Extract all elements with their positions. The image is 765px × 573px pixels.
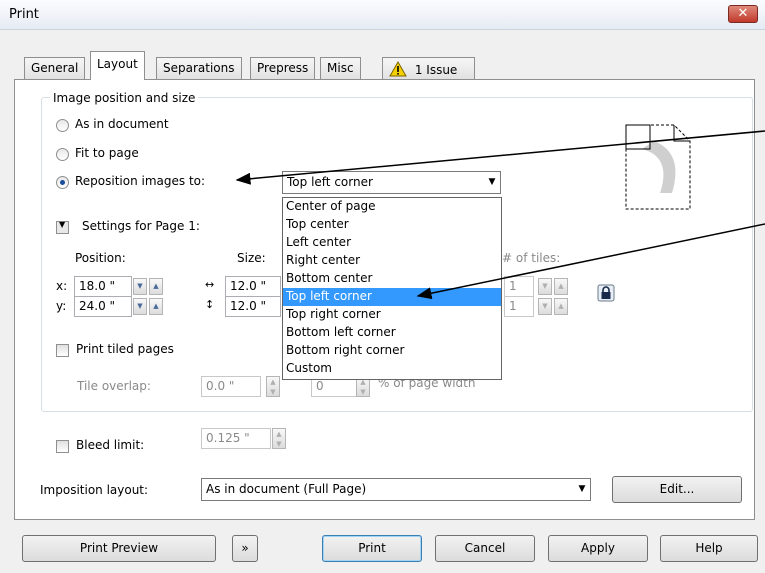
- expand-preview-button[interactable]: »: [232, 535, 258, 562]
- y-position-field[interactable]: 24.0 ": [74, 296, 132, 317]
- warning-icon: [389, 60, 407, 80]
- double-chevron-right-icon: »: [241, 541, 249, 555]
- x-position-field[interactable]: 18.0 ": [74, 276, 132, 297]
- window-title: Print: [9, 7, 39, 22]
- reposition-select[interactable]: Top left corner ▼: [282, 171, 501, 194]
- dropdown-option[interactable]: Bottom center: [283, 270, 501, 288]
- dropdown-option[interactable]: Center of page: [283, 198, 501, 216]
- radio-reposition[interactable]: [56, 176, 69, 189]
- width-field[interactable]: 12.0 ": [225, 276, 281, 297]
- y-increment-button[interactable]: ▲: [149, 298, 163, 315]
- dropdown-option[interactable]: Left center: [283, 234, 501, 252]
- close-button[interactable]: ✕: [728, 5, 758, 23]
- x-decrement-button[interactable]: ▼: [133, 278, 147, 295]
- x-label: x:: [56, 279, 68, 293]
- radio-fit-to-page[interactable]: [56, 148, 69, 161]
- tile-overlap-field[interactable]: 0.0 ": [201, 376, 261, 397]
- tiles-x-field[interactable]: 1: [504, 276, 534, 297]
- tiles-x-increment-button[interactable]: ▲: [554, 278, 568, 295]
- print-tiled-label: Print tiled pages: [76, 342, 174, 356]
- y-label: y:: [56, 299, 67, 313]
- x-increment-button[interactable]: ▲: [149, 278, 163, 295]
- settings-label: Settings for Page 1:: [82, 219, 200, 233]
- bleed-limit-label: Bleed limit:: [76, 438, 145, 452]
- tiles-y-decrement-button[interactable]: ▼: [538, 298, 552, 315]
- tab-layout[interactable]: Layout: [90, 51, 145, 80]
- group-label: Image position and size: [50, 91, 199, 105]
- y-decrement-button[interactable]: ▼: [133, 298, 147, 315]
- height-field[interactable]: 12.0 ": [225, 296, 281, 317]
- chevron-down-icon: ▼: [578, 484, 586, 494]
- title-bar: [0, 0, 765, 30]
- cancel-button[interactable]: Cancel: [435, 535, 535, 562]
- lock-icon[interactable]: [597, 284, 615, 302]
- tab-misc[interactable]: Misc: [320, 57, 361, 79]
- print-button[interactable]: Print: [322, 535, 422, 562]
- imposition-select[interactable]: As in document (Full Page) ▼: [201, 478, 591, 501]
- tile-overlap-label: Tile overlap:: [77, 379, 151, 393]
- radio-as-in-document[interactable]: [56, 119, 69, 132]
- dropdown-option[interactable]: Right center: [283, 252, 501, 270]
- settings-expand-toggle[interactable]: ▼: [56, 220, 69, 234]
- help-button[interactable]: Help: [660, 535, 758, 562]
- width-icon: ↔: [205, 278, 215, 291]
- height-icon: ↕: [205, 298, 215, 311]
- dropdown-option-selected[interactable]: Top left corner: [283, 288, 501, 306]
- imposition-label: Imposition layout:: [40, 483, 149, 497]
- dropdown-option[interactable]: Bottom right corner: [283, 342, 501, 360]
- tiles-y-increment-button[interactable]: ▲: [554, 298, 568, 315]
- tiles-label: # of tiles:: [502, 251, 561, 265]
- bleed-limit-spinner[interactable]: ▲ ▼: [272, 428, 286, 449]
- page-preview: [624, 123, 692, 211]
- dropdown-option[interactable]: Custom: [283, 360, 501, 378]
- apply-button[interactable]: Apply: [548, 535, 648, 562]
- dropdown-option[interactable]: Bottom left corner: [283, 324, 501, 342]
- tiles-y-field[interactable]: 1: [504, 296, 534, 317]
- size-label: Size:: [237, 251, 266, 265]
- position-label: Position:: [75, 251, 126, 265]
- tab-prepress[interactable]: Prepress: [250, 57, 316, 79]
- bleed-limit-checkbox[interactable]: [56, 440, 69, 453]
- tab-separations[interactable]: Separations: [156, 57, 242, 79]
- radio-as-in-document-label: As in document: [75, 117, 169, 131]
- reposition-select-value: Top left corner: [287, 175, 373, 189]
- tab-general[interactable]: General: [24, 57, 86, 79]
- tiles-x-decrement-button[interactable]: ▼: [538, 278, 552, 295]
- chevron-down-icon: ▼: [59, 220, 66, 229]
- tab-issues[interactable]: 1 Issue: [382, 57, 475, 79]
- radio-reposition-label: Reposition images to:: [75, 174, 206, 188]
- reposition-dropdown-list: Center of page Top center Left center Ri…: [282, 197, 502, 380]
- radio-fit-to-page-label: Fit to page: [75, 146, 139, 160]
- dropdown-option[interactable]: Top right corner: [283, 306, 501, 324]
- edit-button[interactable]: Edit...: [612, 476, 742, 503]
- dropdown-option[interactable]: Top center: [283, 216, 501, 234]
- imposition-select-value: As in document (Full Page): [206, 482, 367, 496]
- bleed-limit-field[interactable]: 0.125 ": [201, 428, 271, 449]
- tile-overlap-spinner[interactable]: ▲ ▼: [266, 376, 280, 397]
- print-tiled-checkbox[interactable]: [56, 344, 69, 357]
- tab-layout-label: Layout: [97, 57, 138, 71]
- print-preview-button[interactable]: Print Preview: [22, 535, 216, 562]
- tab-issues-label: 1 Issue: [414, 63, 458, 77]
- chevron-down-icon: ▼: [488, 177, 496, 187]
